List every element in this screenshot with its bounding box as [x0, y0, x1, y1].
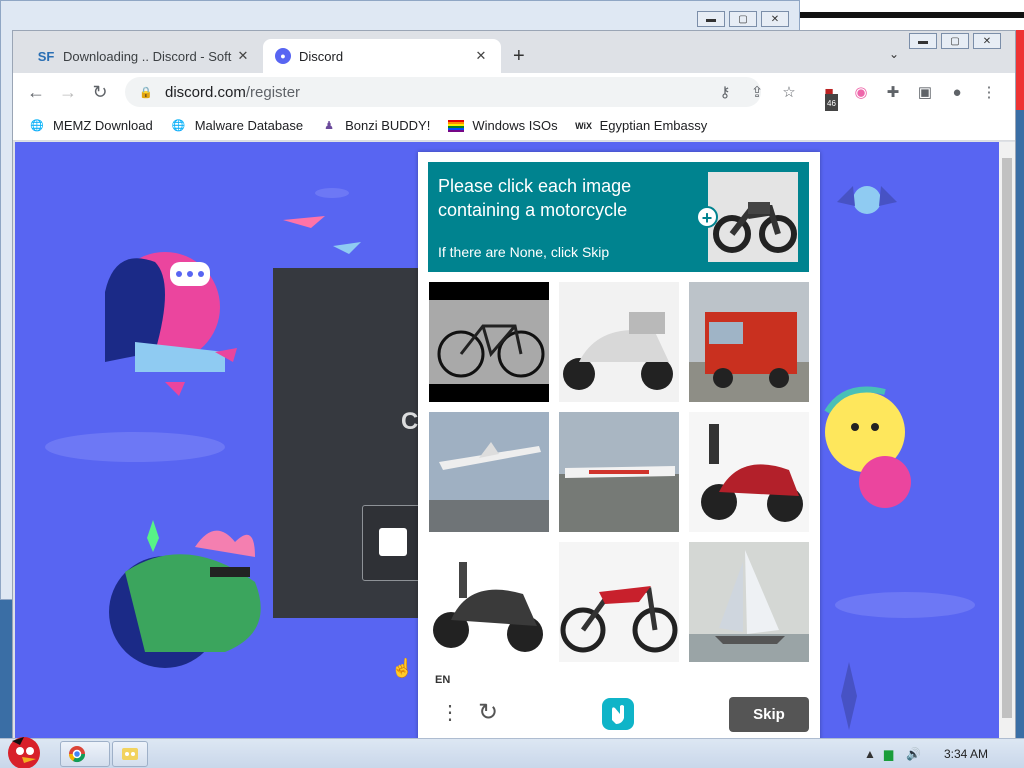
decor-bat-character	[837, 186, 897, 214]
tab-title: Downloading .. Discord - Soft	[63, 48, 232, 64]
register-heading-partial: C	[401, 408, 419, 435]
challenge-prompt: Please click each image containing a mot…	[438, 176, 632, 220]
mouse-cursor-icon: ☝	[391, 658, 414, 678]
url-text: discord.com/register	[165, 83, 301, 101]
challenge-tile-4[interactable]	[429, 412, 549, 532]
language-selector[interactable]: EN	[435, 674, 450, 686]
menu-dots-icon[interactable]: ⋮	[440, 700, 460, 725]
rainbow-flag-icon	[448, 119, 465, 132]
background-app-strip	[800, 0, 1024, 110]
share-icon[interactable]: ⇪	[747, 83, 767, 103]
start-button-angry-bird-icon[interactable]	[2, 731, 46, 768]
bonzi-icon: ♟	[324, 120, 335, 132]
taskbar-clock[interactable]: 3:34 AM	[944, 747, 988, 761]
wix-icon: WiX	[575, 120, 593, 131]
tray-expand-icon[interactable]: ▲	[864, 747, 876, 761]
bookmark-malware-database[interactable]: 🌐 Malware Database	[171, 118, 303, 134]
address-bar[interactable]: 🔒 discord.com/register	[125, 77, 761, 107]
challenge-hint: If there are None, click Skip	[438, 244, 610, 260]
bookmarks-bar: 🌐 MEMZ Download 🌐 Malware Database ♟ Bonzi …	[13, 111, 1015, 141]
maximize-button[interactable]: ▢	[941, 33, 969, 49]
refresh-icon[interactable]: ↻	[478, 698, 498, 727]
close-button[interactable]: ✕	[973, 33, 1001, 49]
tab-softonic[interactable]: SF Downloading .. Discord - Soft ✕	[25, 39, 263, 73]
taskbar: ▲ ▆ 🔊 3:34 AM	[0, 737, 1024, 768]
challenge-tile-1[interactable]	[429, 282, 549, 402]
globe-icon: 🌐	[30, 120, 44, 132]
character-illustration-reading	[105, 252, 237, 396]
lock-icon[interactable]: 🔒	[139, 86, 153, 99]
captcha-checkbox[interactable]	[379, 528, 407, 556]
tab-search-button[interactable]: ⌄	[889, 47, 899, 61]
challenge-tile-2[interactable]	[559, 282, 679, 402]
globe-icon: 🌐	[171, 120, 186, 132]
more-menu-icon[interactable]: ⋮	[979, 83, 999, 103]
tray-volume-icon[interactable]: 🔊	[906, 747, 921, 761]
bookmark-memz[interactable]: 🌐 MEMZ Download	[29, 118, 153, 134]
bookmark-windows-isos[interactable]: Windows ISOs	[448, 118, 558, 133]
back-button[interactable]: ←	[25, 81, 47, 103]
decor-cloud	[315, 188, 349, 198]
minimize-button[interactable]: ▬	[697, 11, 725, 27]
bookmark-bonzi[interactable]: ♟ Bonzi BUDDY!	[321, 118, 430, 134]
decor-cloud	[835, 592, 975, 618]
tab-title: Discord	[299, 48, 344, 64]
tray-network-icon[interactable]: ▆	[884, 747, 893, 761]
scrollbar-thumb[interactable]	[1002, 158, 1012, 718]
taskbar-app-button[interactable]	[112, 741, 148, 767]
bookmark-egyptian-embassy[interactable]: WiX Egyptian Embassy	[575, 118, 707, 134]
forward-button[interactable]: →	[57, 81, 79, 103]
taskbar-chrome-button[interactable]	[60, 741, 110, 767]
toolbar: ← → ↻ 🔒 discord.com/register ⚷ ⇪ ☆ ■ 46 …	[13, 73, 1015, 114]
reload-button[interactable]: ↻	[89, 81, 111, 103]
extension-ublock-icon[interactable]: ■ 46	[819, 83, 839, 114]
expand-example-icon[interactable]: +	[696, 206, 718, 228]
hcaptcha-challenge: Please click each image containing a mot…	[418, 152, 820, 742]
hcaptcha-logo-icon[interactable]	[602, 698, 634, 730]
tab-discord[interactable]: ● Discord ✕	[263, 39, 501, 73]
challenge-tile-6[interactable]	[689, 412, 809, 532]
decor-sparkle	[841, 662, 857, 730]
challenge-header: Please click each image containing a mot…	[428, 162, 809, 272]
minimize-button[interactable]: ▬	[909, 33, 937, 49]
close-tab-icon[interactable]: ✕	[235, 48, 251, 64]
example-image-motorcycle	[708, 172, 798, 262]
page-scrollbar[interactable]	[999, 142, 1015, 740]
bookmark-star-icon[interactable]: ☆	[779, 83, 799, 103]
close-button[interactable]: ✕	[761, 11, 789, 27]
new-tab-button[interactable]: +	[513, 45, 525, 68]
extensions-puzzle-icon[interactable]: ✚	[883, 83, 903, 103]
extension-flag-icon[interactable]: ◉	[851, 83, 871, 103]
decor-cloud	[45, 432, 225, 462]
challenge-tile-8[interactable]	[559, 542, 679, 662]
challenge-tile-5[interactable]	[559, 412, 679, 532]
profile-avatar-icon[interactable]: ●	[947, 83, 967, 103]
decor-paper-planes	[283, 216, 361, 254]
key-icon[interactable]: ⚷	[715, 83, 735, 103]
skip-button[interactable]: Skip	[729, 697, 809, 732]
close-tab-icon[interactable]: ✕	[473, 48, 489, 64]
discord-icon: ●	[275, 48, 291, 64]
challenge-tile-7[interactable]	[429, 542, 549, 662]
side-panel-icon[interactable]: ▣	[915, 83, 935, 103]
maximize-button[interactable]: ▢	[729, 11, 757, 27]
challenge-tile-3[interactable]	[689, 282, 809, 402]
softonic-icon: SF	[37, 48, 55, 64]
tab-strip: SF Downloading .. Discord - Soft ✕ ● Dis…	[13, 31, 1015, 73]
challenge-tile-9[interactable]	[689, 542, 809, 662]
hcaptcha-checkbox-widget[interactable]	[362, 505, 424, 581]
character-illustration-yellow	[824, 386, 911, 508]
